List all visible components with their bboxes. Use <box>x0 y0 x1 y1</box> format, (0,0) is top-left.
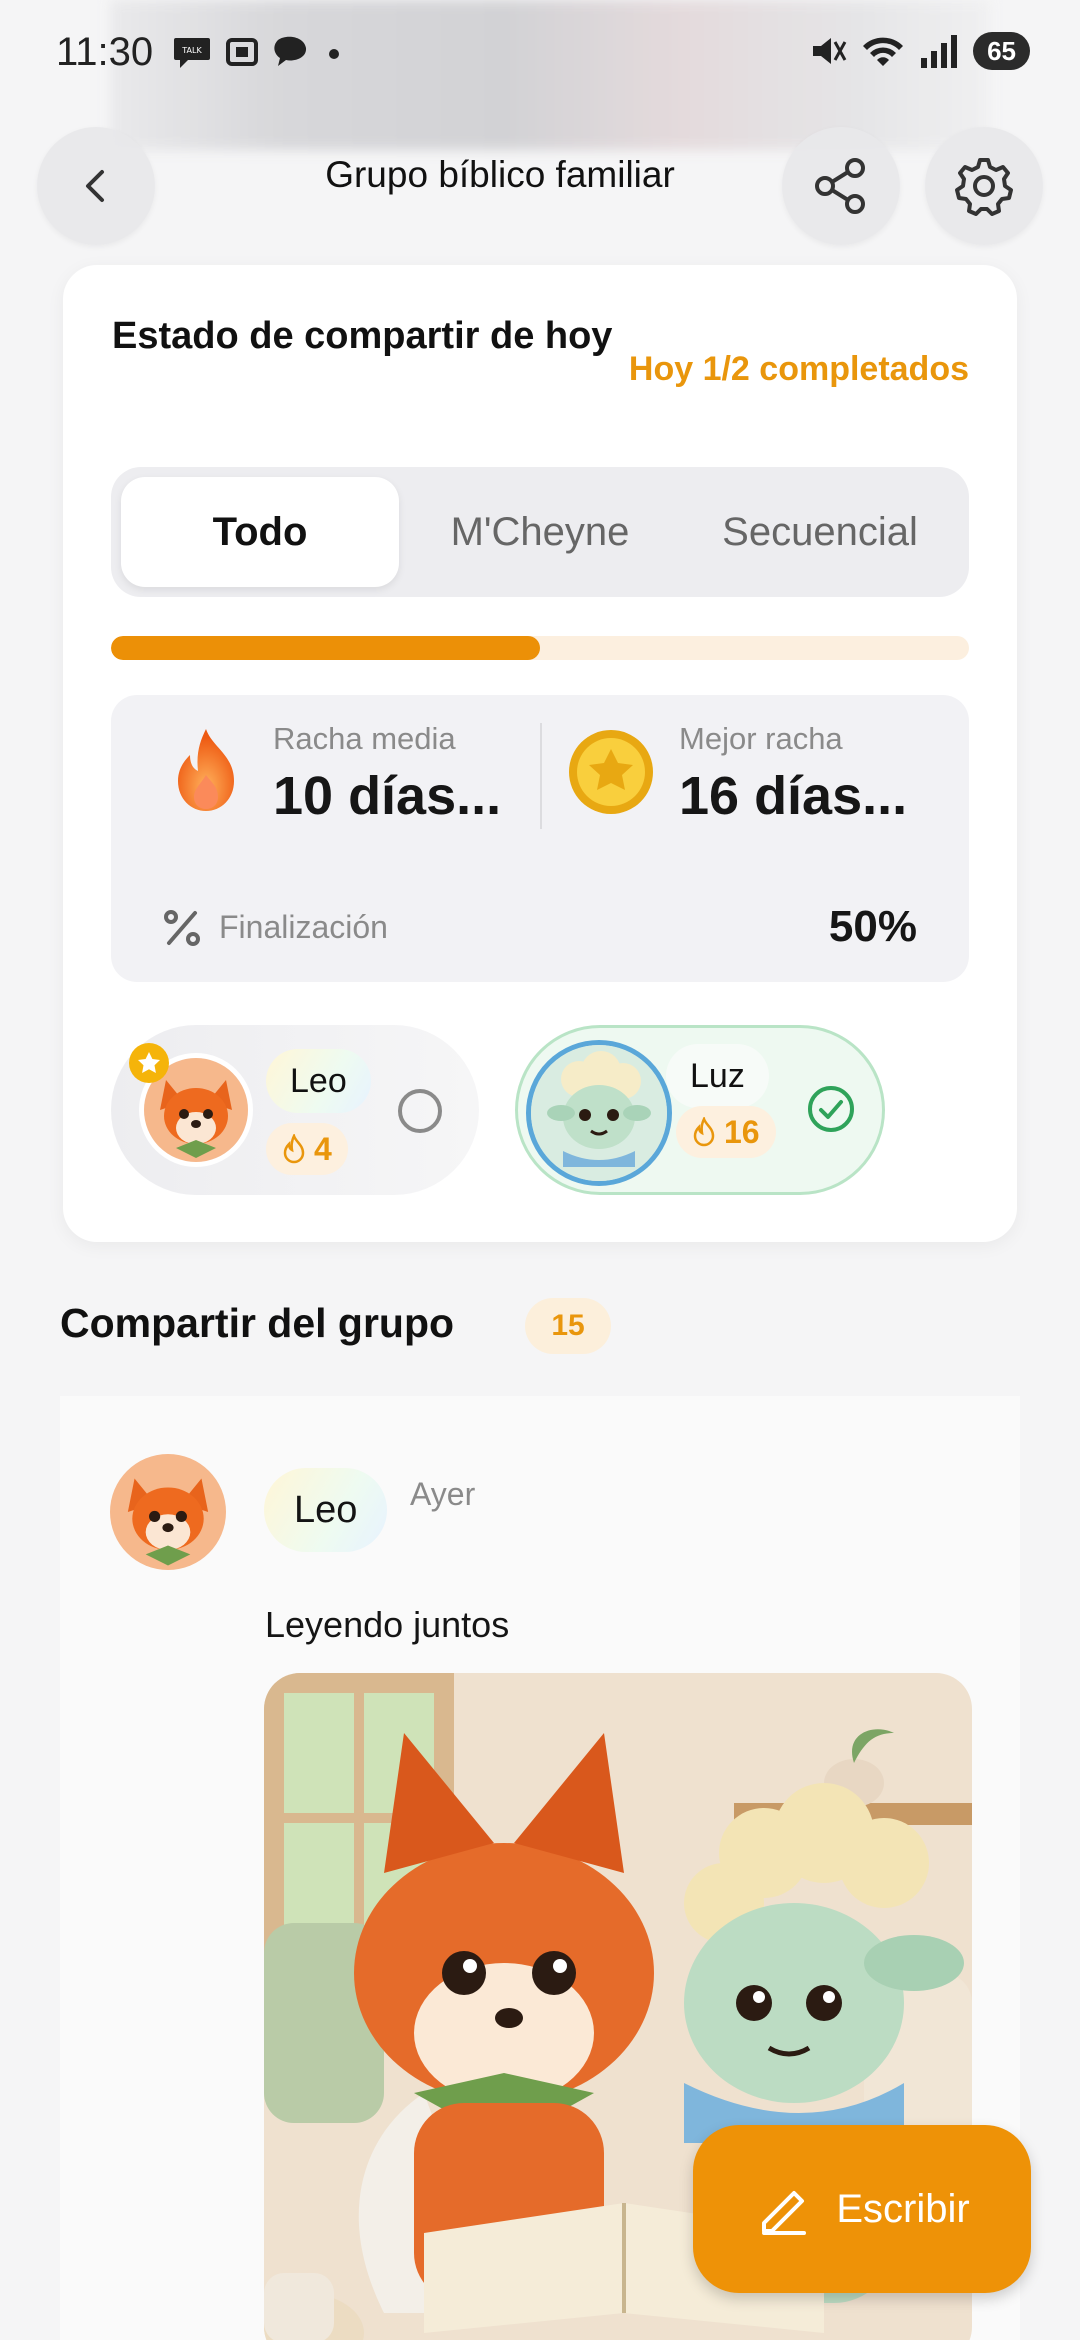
gear-icon <box>955 158 1013 216</box>
wifi-icon <box>863 37 904 66</box>
check-circle-icon <box>808 1086 854 1132</box>
completion-label: Finalización <box>219 909 388 945</box>
completion-value: 50% <box>828 902 917 951</box>
signal-icon <box>921 35 958 68</box>
battery-indicator: 65 <box>973 32 1030 70</box>
plan-filter-tabs: Todo M'Cheyne Secuencial <box>111 467 969 597</box>
tab-mcheyne[interactable]: M'Cheyne <box>401 477 679 587</box>
status-time: 11:30 <box>56 30 154 74</box>
avatar <box>526 1040 672 1186</box>
talk-icon: TALK <box>174 38 210 68</box>
write-post-button[interactable]: Escribir <box>693 2125 1031 2293</box>
share-icon <box>815 158 865 214</box>
share-button[interactable] <box>782 127 900 245</box>
percent-icon <box>164 910 200 946</box>
member-pill-leo[interactable]: Leo 4 <box>111 1025 479 1195</box>
member-pill-luz[interactable]: Luz 16 <box>515 1025 885 1195</box>
leader-star-badge <box>129 1043 169 1083</box>
member-streak-value: 16 <box>724 1113 760 1150</box>
mute-icon <box>813 38 847 64</box>
star-icon <box>138 1052 160 1073</box>
best-streak-label: Mejor racha <box>679 721 843 756</box>
sharing-status-card: Estado de compartir de hoy Hoy 1/2 compl… <box>63 265 1017 1242</box>
tab-todo[interactable]: Todo <box>121 477 399 587</box>
flame-icon <box>178 729 234 811</box>
progress-bar <box>111 636 969 660</box>
dot-icon <box>329 49 339 59</box>
avg-streak-value: 10 días... <box>273 766 502 826</box>
streak-stats: Racha media 10 días... Mejor racha 16 dí… <box>111 695 969 982</box>
star-medal-icon <box>569 730 653 814</box>
settings-button[interactable] <box>925 127 1043 245</box>
app-header: Grupo bíblico familiar <box>0 110 1080 270</box>
flame-outline-icon <box>693 1117 715 1147</box>
progress-fill <box>111 636 540 660</box>
system-icons: 65 <box>809 32 1030 70</box>
notification-icons: TALK <box>172 34 344 70</box>
member-streak: 4 <box>266 1123 348 1175</box>
tab-secuencial[interactable]: Secuencial <box>681 477 959 587</box>
best-streak-value: 16 días... <box>679 766 908 826</box>
avg-streak-label: Racha media <box>273 721 456 756</box>
post-author-name[interactable]: Leo <box>264 1468 388 1552</box>
fox-avatar-icon <box>110 1454 226 1570</box>
sheep-avatar-icon <box>531 1045 667 1181</box>
member-name: Leo <box>266 1049 371 1113</box>
write-post-label: Escribir <box>836 2186 970 2231</box>
pencil-icon <box>762 2191 807 2235</box>
screen-capture-icon <box>226 38 258 66</box>
post-time: Ayer <box>410 1476 476 1512</box>
post-text: Leyendo juntos <box>265 1604 510 1645</box>
member-name: Luz <box>666 1044 769 1108</box>
chat-bubble-icon <box>274 36 307 66</box>
post-count-badge: 15 <box>525 1298 611 1354</box>
post-author-avatar[interactable] <box>110 1454 226 1570</box>
member-streak: 16 <box>676 1106 776 1158</box>
incomplete-circle-icon <box>398 1089 442 1133</box>
completed-count-label: Hoy 1/2 completados <box>628 350 969 388</box>
flame-outline-icon <box>283 1134 305 1164</box>
member-streak-value: 4 <box>314 1130 332 1167</box>
stats-divider <box>540 723 542 829</box>
status-bar: 11:30 TALK 65 <box>0 0 1080 150</box>
section-title: Compartir del grupo <box>60 1300 455 1346</box>
svg-text:TALK: TALK <box>181 46 202 55</box>
card-title: Estado de compartir de hoy <box>112 315 613 357</box>
